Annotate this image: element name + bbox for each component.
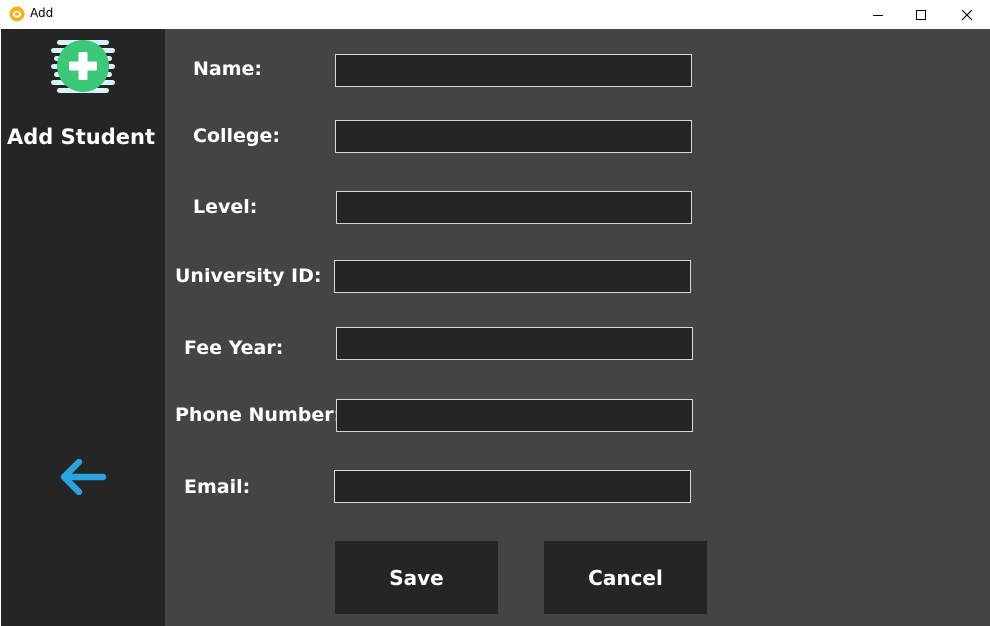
- close-icon: [961, 9, 973, 20]
- maximize-button[interactable]: [898, 0, 944, 29]
- title-bar: Add: [0, 0, 990, 29]
- sidebar-title: Add Student: [6, 125, 155, 149]
- minimize-icon: [873, 14, 883, 16]
- window-title: Add: [30, 6, 54, 20]
- name-field[interactable]: [335, 54, 692, 87]
- fee-year-label: Fee Year:: [184, 337, 284, 359]
- sidebar: Add Student: [1, 29, 165, 626]
- college-label: College:: [193, 125, 280, 147]
- email-label: Email:: [184, 476, 251, 498]
- email-field[interactable]: [334, 470, 691, 503]
- level-label: Level:: [193, 196, 258, 218]
- university-id-field[interactable]: [334, 260, 691, 293]
- close-button[interactable]: [944, 0, 990, 29]
- save-button[interactable]: Save: [335, 541, 498, 614]
- minimize-button[interactable]: [855, 0, 901, 29]
- maximize-icon: [916, 9, 926, 20]
- app-icon: [9, 6, 25, 22]
- arrow-left-icon[interactable]: [59, 459, 107, 495]
- fee-year-field[interactable]: [336, 327, 693, 360]
- level-field[interactable]: [336, 191, 692, 224]
- phone-number-field[interactable]: [336, 399, 693, 432]
- form-panel: Name: College: Level: University ID: Fee…: [165, 29, 990, 626]
- phone-number-label: Phone Number:: [175, 404, 342, 426]
- college-field[interactable]: [335, 120, 692, 153]
- name-label: Name:: [193, 58, 263, 80]
- cancel-button[interactable]: Cancel: [544, 541, 707, 614]
- add-circle-icon: [51, 40, 115, 93]
- university-id-label: University ID:: [175, 265, 322, 287]
